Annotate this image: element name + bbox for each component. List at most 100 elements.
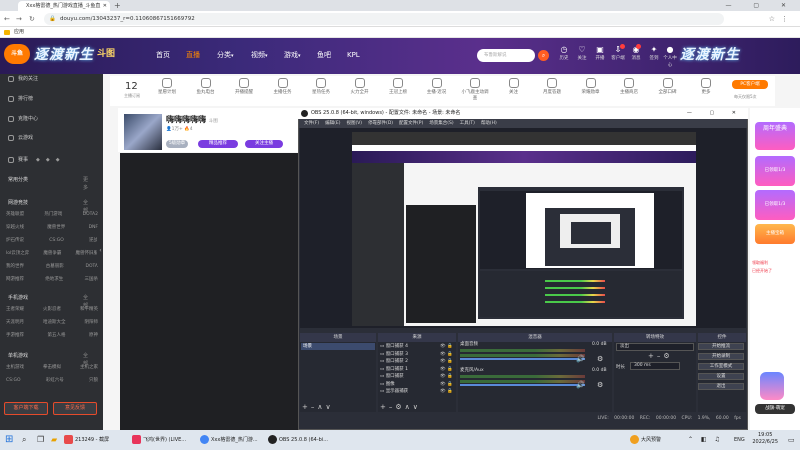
- source-item[interactable]: ▭ 窗口捕获 2 👁 🔒: [380, 358, 456, 365]
- taskbar-item-snip[interactable]: 213249 - 截屏: [64, 432, 109, 448]
- sidebar-category-link[interactable]: 彩虹六号: [46, 377, 64, 384]
- nav-live[interactable]: 直播: [186, 49, 200, 61]
- bookmark-apps[interactable]: 应用: [14, 29, 24, 35]
- file-explorer-icon[interactable]: ▰: [51, 434, 57, 446]
- volume-slider-desktop[interactable]: [460, 358, 585, 360]
- follow-button[interactable]: ♡ 关注: [574, 45, 590, 62]
- nav-fishbar[interactable]: 鱼吧: [317, 49, 331, 61]
- speaker-icon[interactable]: 🔊: [576, 381, 585, 389]
- taskbar-item-obs[interactable]: OBS 25.0.8 (64-bi...: [268, 432, 328, 448]
- sidebar-category-link[interactable]: 天涯明月: [6, 319, 24, 326]
- eye-lock-icons[interactable]: 👁 🔒: [440, 373, 453, 380]
- scenes-dock-buttons[interactable]: +–∧∨: [302, 403, 334, 411]
- taskbar-item-chrome[interactable]: Xxx格雷德_热门游...: [200, 432, 258, 448]
- tool-item[interactable]: 全部口碑: [653, 78, 683, 96]
- transition-add-remove[interactable]: +–⚙: [648, 352, 673, 360]
- feedback-button[interactable]: 意见反馈: [53, 402, 97, 415]
- obs-control-button[interactable]: 设置: [698, 373, 744, 380]
- sidebar-item-follow[interactable]: 我的关注: [8, 75, 38, 83]
- sidebar-category-link[interactable]: 网游推荐: [6, 276, 24, 283]
- sidebar-category-link[interactable]: DNF: [89, 224, 98, 231]
- mascot-icon[interactable]: [760, 372, 784, 400]
- eye-lock-icons[interactable]: 👁 🔒: [440, 388, 453, 395]
- anniversary-badge[interactable]: 周年盛典: [755, 122, 795, 150]
- tool-item[interactable]: 更多: [691, 78, 721, 96]
- avatar[interactable]: [124, 114, 162, 150]
- sidebar-category-link[interactable]: 三国杀: [85, 276, 99, 283]
- pc-client-button[interactable]: PC客户端: [732, 80, 768, 89]
- tool-item[interactable]: 荣耀勋章: [576, 78, 606, 96]
- sources-dock-buttons[interactable]: +–⚙∧∨: [380, 403, 421, 411]
- sidebar-category-link[interactable]: 魔兽争霸: [43, 250, 61, 257]
- sidebar-section-online[interactable]: 网游竞技 全部: [8, 199, 88, 214]
- nav-category[interactable]: 分类▾: [217, 49, 234, 62]
- reload-icon[interactable]: ↻: [29, 12, 35, 26]
- tool-item[interactable]: 主播任务: [268, 78, 298, 96]
- right-pill[interactable]: 战旗·萌宠: [755, 404, 795, 414]
- sidebar-section-mobile[interactable]: 手机游戏 全部: [8, 294, 88, 309]
- tool-item[interactable]: 王冠上榜: [383, 78, 413, 96]
- reward-badge-1[interactable]: 已领取1/3: [755, 156, 795, 186]
- source-item[interactable]: ▭ 窗口捕获 👁 🔒: [380, 373, 456, 380]
- tool-item[interactable]: 星热任务: [306, 78, 336, 96]
- history-button[interactable]: ◷ 历史: [556, 45, 572, 62]
- sidebar-category-link[interactable]: 第五人格: [48, 332, 66, 339]
- source-item[interactable]: ▭ 窗口捕获 1 👁 🔒: [380, 366, 456, 373]
- back-icon[interactable]: ←: [4, 12, 10, 26]
- section-more[interactable]: 全部: [83, 294, 88, 310]
- sidebar-category-link[interactable]: 魔兽世界: [47, 224, 65, 231]
- sidebar-item-cloudgame[interactable]: 云游戏: [8, 134, 33, 142]
- weather-widget[interactable]: 大风预警: [630, 432, 661, 448]
- sidebar-category-link[interactable]: 炉石传说: [6, 237, 24, 244]
- sidebar-category-link[interactable]: 火影忍者: [43, 306, 61, 313]
- obs-control-button[interactable]: 工作室模式: [698, 363, 744, 370]
- open-broadcast-button[interactable]: ▣ 开播: [592, 45, 608, 62]
- sidebar-category-link[interactable]: 阴阳师: [85, 319, 99, 326]
- nav-home[interactable]: 首页: [156, 49, 170, 61]
- tool-item[interactable]: 主播商店: [614, 78, 644, 96]
- sidebar-category-link[interactable]: 穿越火线: [6, 224, 24, 231]
- section-more[interactable]: 更多: [83, 176, 88, 192]
- checkin-button[interactable]: ✦ 签到: [646, 45, 662, 62]
- sidebar-category-link[interactable]: 只狼: [89, 377, 98, 384]
- eye-lock-icons[interactable]: 👁 🔒: [440, 343, 453, 350]
- video-player[interactable]: [120, 153, 300, 430]
- sidebar-category-link[interactable]: 古墓丽影: [46, 263, 64, 270]
- sidebar-item-rank[interactable]: 排行榜: [8, 95, 33, 103]
- windows-start-icon[interactable]: ⊞: [5, 434, 13, 446]
- speaker-icon[interactable]: 🔊: [576, 355, 585, 363]
- sidebar-category-link[interactable]: CS:GO: [49, 237, 64, 244]
- transition-select[interactable]: 淡出: [616, 343, 694, 351]
- obs-menu-item[interactable]: 停靠部件(D): [368, 121, 393, 126]
- sidebar-item-events[interactable]: 赛事 ◆◆◆: [8, 156, 66, 164]
- taskbar-item-live[interactable]: 飞鸿(世界) (LIVE...: [132, 432, 186, 448]
- gear-icon[interactable]: ⚙: [597, 381, 603, 389]
- search-icon[interactable]: ⌕: [538, 50, 549, 61]
- obs-menu-item[interactable]: 场景集合(S): [429, 121, 453, 126]
- client-download-button[interactable]: 客户端下载: [4, 402, 48, 415]
- gear-icon[interactable]: ⚙: [597, 355, 603, 363]
- eye-lock-icons[interactable]: 👁 🔒: [440, 351, 453, 358]
- source-item[interactable]: ▭ 窗口捕获 4 👁 🔒: [380, 343, 456, 350]
- sidebar-item-clone[interactable]: 克隆中心: [8, 115, 38, 123]
- sidebar-category-link[interactable]: 主机游戏: [6, 364, 24, 371]
- sidebar-category-link[interactable]: CS:GO: [6, 377, 21, 384]
- scene-item[interactable]: 场景: [301, 343, 375, 350]
- eye-lock-icons[interactable]: 👁 🔒: [440, 381, 453, 388]
- obs-menu-item[interactable]: 文件(F): [304, 121, 319, 126]
- obs-menu-item[interactable]: 视图(V): [346, 121, 362, 126]
- source-item[interactable]: ▭ 图像 👁 🔒: [380, 381, 456, 388]
- window-controls[interactable]: — ▢ ✕: [725, 0, 796, 11]
- reward-badge-2[interactable]: 已领取1/3: [755, 190, 795, 220]
- close-tab-icon[interactable]: ✕: [103, 1, 107, 11]
- obs-menu-item[interactable]: 帮助(H): [481, 121, 497, 126]
- obs-control-button[interactable]: 开始推流: [698, 343, 744, 350]
- douyu-logo[interactable]: 斗鱼: [4, 44, 30, 64]
- treasure-box[interactable]: 主播宝箱: [755, 224, 795, 244]
- obs-menu-item[interactable]: 工具(T): [460, 121, 475, 126]
- featured-button[interactable]: 精品推荐: [198, 140, 238, 148]
- obs-control-button[interactable]: 退出: [698, 383, 744, 390]
- duration-input[interactable]: 300 ms: [630, 362, 680, 370]
- notification-icon[interactable]: ▭: [788, 436, 795, 444]
- search-input[interactable]: 布鲁斯解说: [477, 49, 535, 62]
